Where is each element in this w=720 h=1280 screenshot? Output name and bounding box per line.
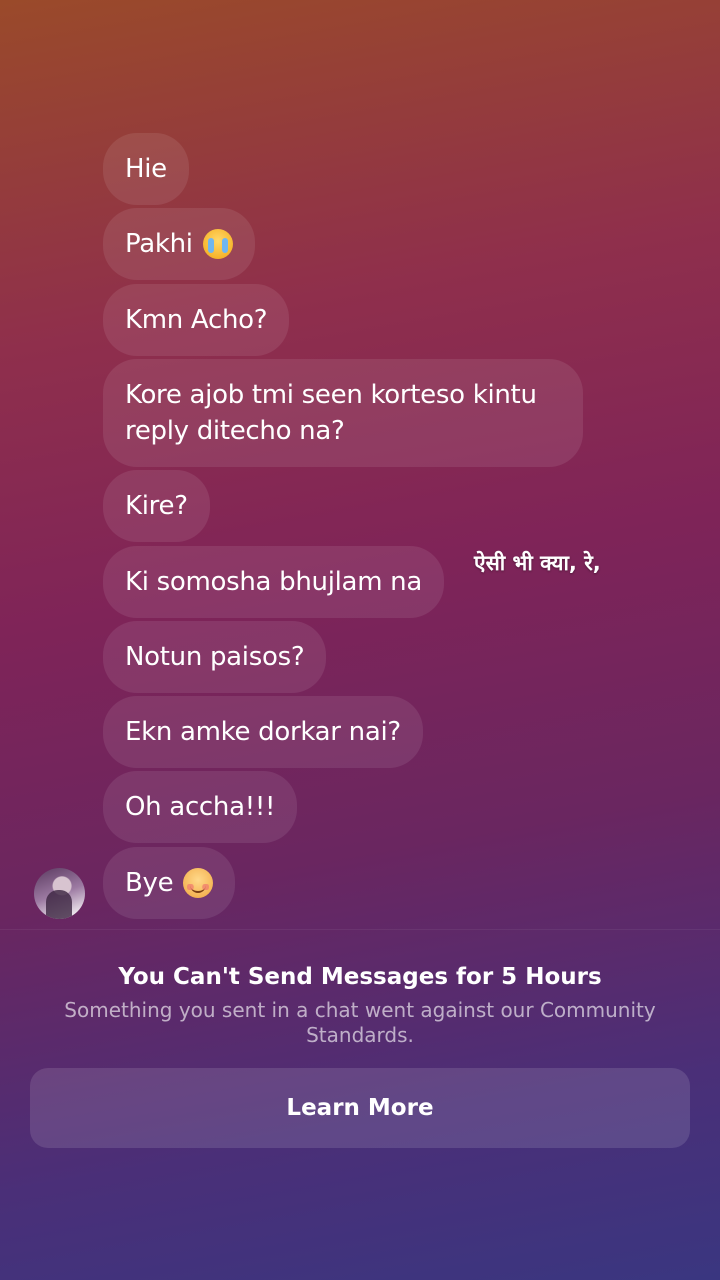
message-text: Ekn amke dorkar nai? (125, 717, 401, 747)
restriction-title: You Can't Send Messages for 5 Hours (118, 964, 602, 990)
message-bubble[interactable]: Ki somosha bhujlam na (103, 546, 444, 618)
message-text: Kire? (125, 491, 188, 521)
message-bubble[interactable]: Kmn Acho? (103, 284, 290, 356)
message-bubble[interactable]: Oh accha!!! (103, 771, 298, 843)
message-text: Kmn Acho? (125, 305, 268, 335)
divider (0, 929, 720, 930)
contact-avatar[interactable] (34, 868, 85, 919)
message-text: Notun paisos? (125, 642, 305, 672)
message-text: Kore ajob tmi seen korteso kintu reply d… (125, 380, 537, 446)
message-bubble[interactable]: Notun paisos? (103, 621, 327, 693)
message-text: Oh accha!!! (125, 792, 276, 822)
message-text: Ki somosha bhujlam na (125, 567, 422, 597)
message-bubble[interactable]: Bye (103, 847, 236, 919)
message-bubble[interactable]: Kore ajob tmi seen korteso kintu reply d… (103, 359, 583, 467)
restriction-description: Something you sent in a chat went agains… (64, 998, 656, 1047)
loudly-crying-face-icon (202, 229, 233, 259)
message-text: Hie (125, 154, 167, 184)
learn-more-button[interactable]: Learn More (30, 1068, 690, 1148)
message-bubble[interactable]: Kire? (103, 470, 210, 542)
message-bubble[interactable]: Hie (103, 133, 189, 205)
message-bubble[interactable]: Ekn amke dorkar nai? (103, 696, 423, 768)
message-text: Bye (125, 868, 174, 898)
smiling-face-icon (183, 868, 214, 898)
message-bubble[interactable]: Pakhi (103, 208, 255, 280)
message-text: Pakhi (125, 229, 193, 259)
overlay-caption: ऐसी भी क्या, रे, (474, 551, 601, 575)
